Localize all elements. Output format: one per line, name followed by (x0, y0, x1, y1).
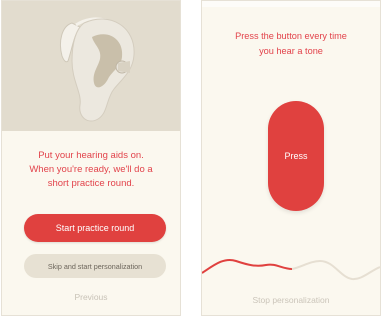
ear-with-hearing-aid-icon (59, 17, 135, 122)
status-bar (202, 1, 380, 7)
sound-wave-icon (202, 259, 380, 281)
press-button[interactable]: Press (268, 101, 324, 211)
instruction-line: When you're ready, we'll do a (29, 164, 153, 175)
instruction-line: Put your hearing aids on. (38, 150, 144, 161)
hero-illustration (2, 1, 180, 131)
previous-link[interactable]: Previous (2, 292, 180, 302)
stop-personalization-link[interactable]: Stop personalization (202, 295, 380, 305)
instruction-line: short practice round. (47, 178, 135, 189)
prompt-text: Press the button every time you hear a t… (210, 29, 372, 59)
instruction-text: Put your hearing aids on. When you're re… (12, 149, 170, 191)
prompt-line: you hear a tone (259, 46, 323, 56)
skip-practice-button[interactable]: Skip and start personalization (24, 254, 166, 278)
tone-test-screen: Press the button every time you hear a t… (201, 0, 381, 316)
practice-intro-screen: Put your hearing aids on. When you're re… (1, 0, 181, 316)
prompt-line: Press the button every time (235, 31, 347, 41)
start-practice-button[interactable]: Start practice round (24, 214, 166, 242)
